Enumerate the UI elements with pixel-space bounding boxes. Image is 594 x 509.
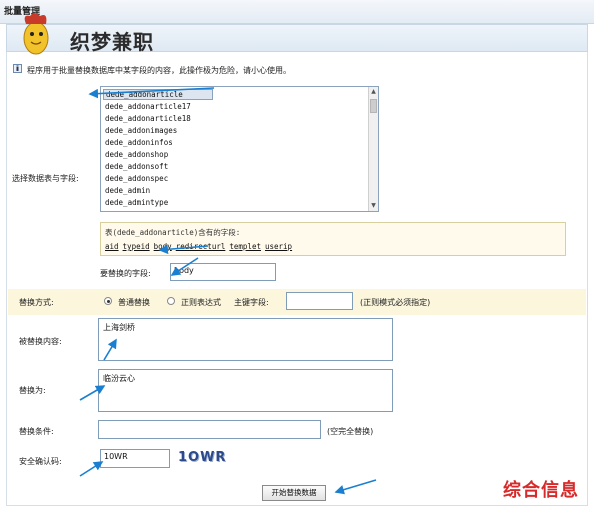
- arrow-icon: [79, 385, 106, 401]
- arrow-icon: [334, 479, 377, 495]
- arrow-icon: [88, 87, 215, 99]
- annotation-arrows: [79, 87, 377, 495]
- arrow-icon: [79, 461, 104, 477]
- arrow-icon: [170, 257, 199, 276]
- arrow-icon: [158, 244, 209, 255]
- arrow-icon: [103, 338, 117, 361]
